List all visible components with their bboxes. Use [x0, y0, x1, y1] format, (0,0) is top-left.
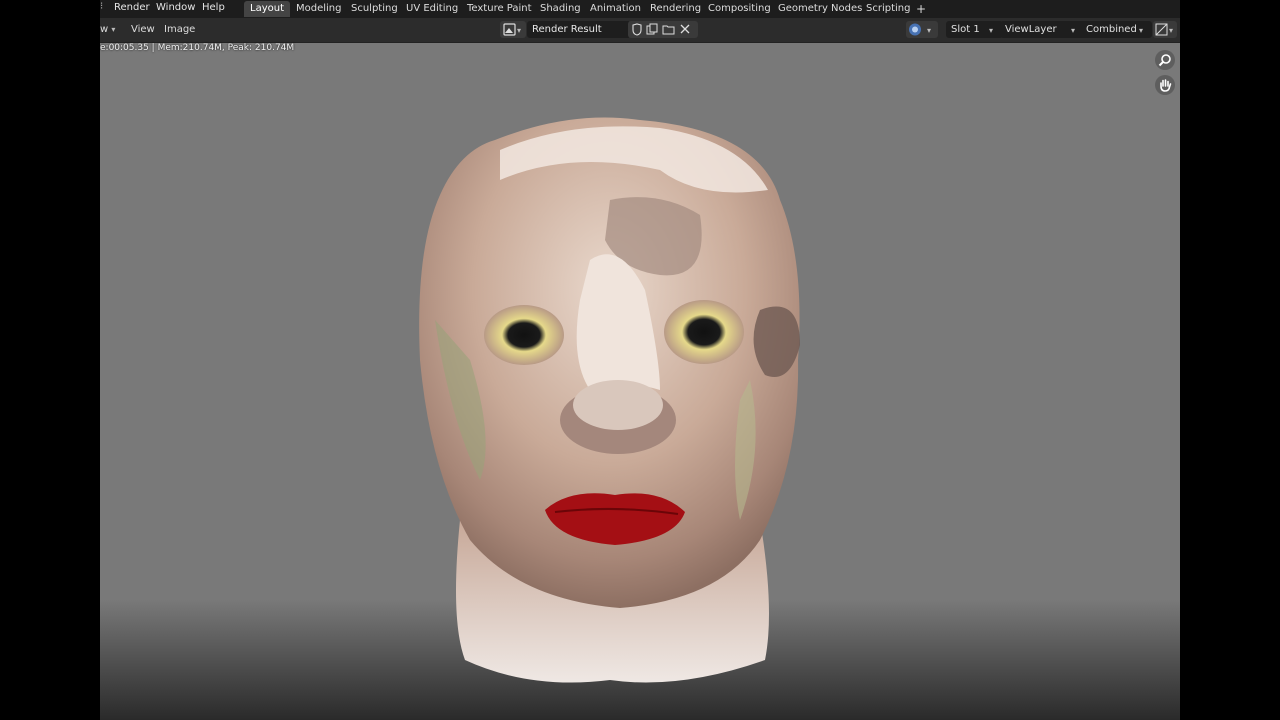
blender-window: ⁝ Render Window Help Layout Modeling Scu…	[100, 0, 1180, 720]
render-result-head	[419, 117, 800, 683]
